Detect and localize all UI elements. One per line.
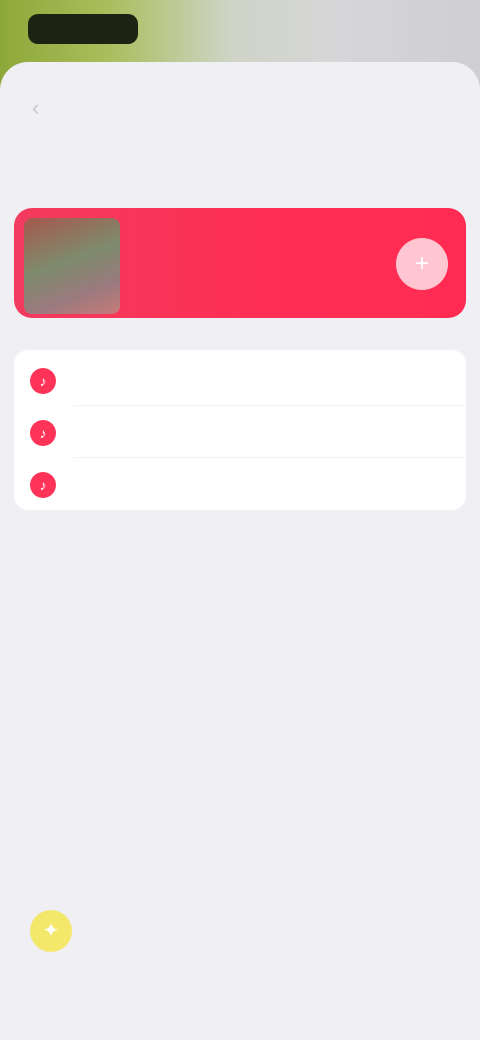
chevron-left-icon[interactable]: ‹ — [32, 96, 56, 120]
hero-action-button[interactable]: + — [396, 238, 448, 290]
music-note-icon: ♪ — [30, 420, 56, 446]
album-artwork — [24, 218, 120, 314]
nav-action-button[interactable] — [432, 98, 444, 118]
navigation-bar: ‹ — [0, 88, 480, 128]
music-note-icon: ♪ — [30, 472, 56, 498]
modal-sheet: ‹ + ♪ ♪ ♪ — [0, 62, 480, 1040]
music-note-icon: ♪ — [30, 368, 56, 394]
footer-tip: ✦ — [26, 896, 456, 976]
plus-icon: + — [414, 250, 429, 277]
status-time-pill — [28, 14, 138, 44]
list-item[interactable]: ♪ — [14, 354, 466, 406]
list-item[interactable]: ♪ — [14, 406, 466, 458]
options-list: ♪ ♪ ♪ — [14, 350, 466, 510]
lightbulb-icon: ✦ — [30, 910, 72, 952]
list-item[interactable]: ♪ — [14, 458, 466, 510]
back-glyph: ‹ — [32, 95, 40, 120]
hero-card[interactable]: + — [14, 208, 466, 318]
